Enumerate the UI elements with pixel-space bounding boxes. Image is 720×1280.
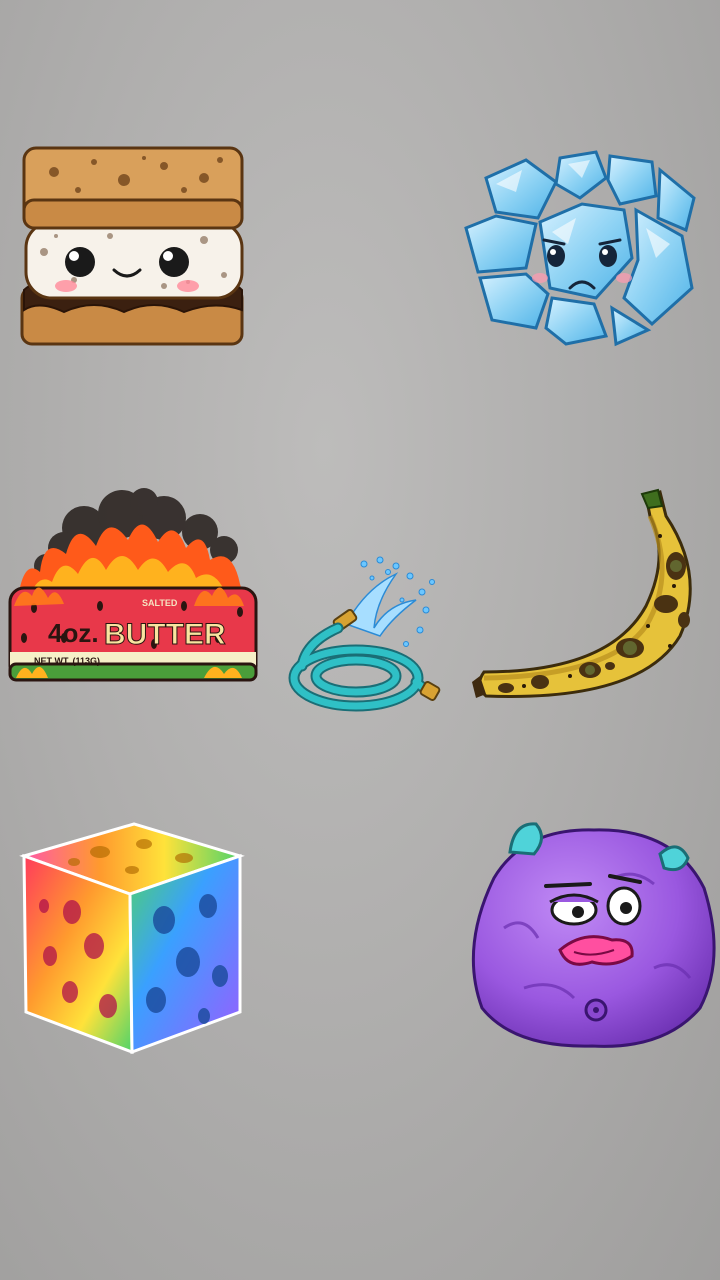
butter-weight-text: 4oz. (48, 618, 99, 648)
game-board: 4oz. BUTTER SALTED NET WT. (113G) (0, 0, 720, 1280)
butter-subtitle-text: SALTED (142, 598, 178, 608)
smores-sticker[interactable] (14, 140, 250, 352)
purple-blob-sticker[interactable] (464, 818, 720, 1054)
garden-hose-sticker[interactable] (276, 552, 446, 720)
butter-net-weight-text: NET WT. (113G) (34, 656, 100, 666)
rainbow-sponge-sticker[interactable] (14, 816, 250, 1060)
overripe-banana-sticker[interactable] (470, 486, 710, 722)
cracked-ice-sticker[interactable] (456, 148, 708, 347)
butter-title-text: BUTTER (104, 618, 226, 651)
burning-butter-sticker[interactable]: 4oz. BUTTER SALTED NET WT. (113G) (4, 488, 262, 694)
